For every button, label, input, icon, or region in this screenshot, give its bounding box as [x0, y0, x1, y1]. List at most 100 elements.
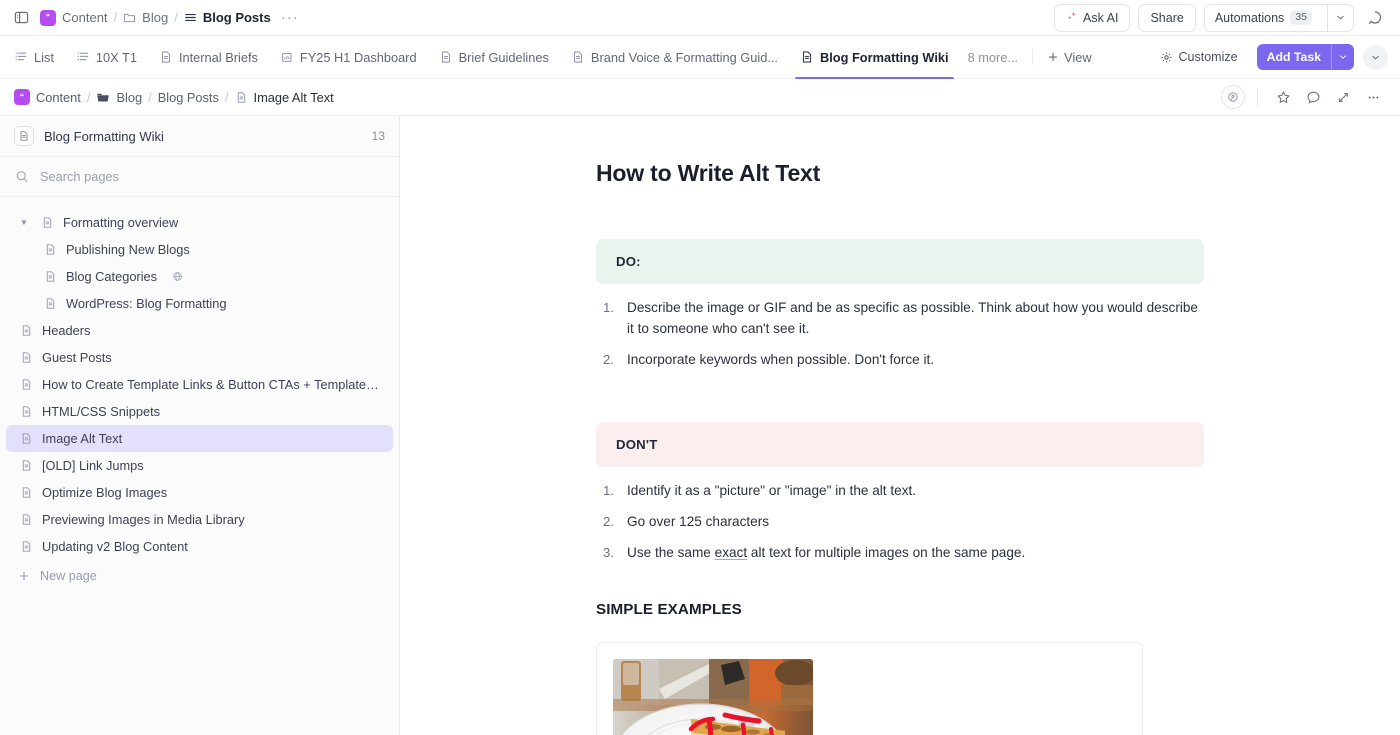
tab-bar-actions: Customize Add Task [1160, 36, 1388, 78]
doc-icon [20, 378, 33, 391]
list-text: Describe the image or GIF and be as spec… [627, 300, 1198, 336]
tabbar-overflow-button[interactable] [1363, 44, 1388, 70]
doc-breadcrumb-bar: “ Content / Blog / Blog Posts / Image Al… [0, 79, 1400, 116]
doc-breadcrumb-item-content[interactable]: “ Content [14, 89, 81, 105]
sidebar-item-template-links[interactable]: How to Create Template Links & Button CT… [6, 371, 393, 398]
automations-button[interactable]: Automations 35 [1205, 5, 1322, 31]
doc-breadcrumb-item-blog[interactable]: Blog [96, 90, 142, 105]
doc-breadcrumb-item-blog-posts[interactable]: Blog Posts [158, 90, 219, 105]
tab-internal-briefs[interactable]: Internal Briefs [148, 36, 269, 78]
doc-content: How to Write Alt Text DO: 1. Describe th… [400, 116, 1400, 735]
sidebar-item-label: Guest Posts [42, 350, 112, 365]
doc-breadcrumb-label: Blog [116, 89, 143, 105]
sidebar-item-image-alt-text[interactable]: Image Alt Text [6, 425, 393, 452]
sidebar-item-publishing-new-blogs[interactable]: Publishing New Blogs [6, 236, 393, 263]
dont-heading: DON'T [616, 437, 658, 453]
add-task-dropdown[interactable] [1331, 44, 1354, 70]
tabs-more-button[interactable]: 8 more... [960, 36, 1027, 78]
list-number: 2. [603, 351, 614, 367]
chevron-down-icon[interactable]: ▼ [20, 218, 30, 227]
doc-icon [439, 50, 453, 64]
tab-fy25-h1-dashboard[interactable]: FY25 H1 Dashboard [269, 36, 428, 78]
search-input[interactable] [39, 169, 384, 184]
doc-breadcrumb-item-image-alt-text[interactable]: Image Alt Text [235, 90, 334, 105]
sidebar-item-optimize-blog-images[interactable]: Optimize Blog Images [6, 479, 393, 506]
breadcrumb-item-blog[interactable]: Blog [123, 10, 168, 25]
plus-icon [1048, 52, 1058, 62]
folder-icon [96, 90, 110, 104]
add-view-button[interactable]: View [1039, 36, 1100, 78]
doc-icon [44, 270, 57, 283]
tab-10x-t1[interactable]: 10X T1 [65, 36, 148, 78]
tab-label: Brand Voice & Formatting Guid... [590, 49, 778, 65]
doc-icon [41, 216, 54, 229]
tab-blog-formatting-wiki[interactable]: Blog Formatting Wiki [789, 36, 960, 79]
privacy-icon[interactable] [1221, 85, 1245, 109]
breadcrumb-overflow-button[interactable]: ··· [277, 9, 303, 26]
do-list: 1. Describe the image or GIF and be as s… [596, 298, 1204, 370]
add-task-button[interactable]: Add Task [1256, 44, 1354, 70]
comment-icon[interactable] [1300, 84, 1326, 110]
folder-icon [123, 11, 136, 24]
list-text: Identify it as a "picture" or "image" in… [627, 483, 917, 499]
customize-label: Customize [1178, 50, 1238, 64]
list-item: 3. Use the same exact alt text for multi… [596, 543, 1204, 564]
sidebar-doc-title-row[interactable]: Blog Formatting Wiki 13 [0, 116, 399, 157]
activity-icon[interactable] [1330, 84, 1356, 110]
search-pages-row[interactable] [0, 157, 399, 197]
breadcrumb-separator: / [86, 89, 91, 105]
top-bar: “ Content / Blog / Blog Posts ··· Ask AI… [0, 0, 1400, 36]
star-icon[interactable] [1270, 84, 1296, 110]
dont-text-suffix: alt text for multiple images on the same… [747, 544, 1026, 560]
sidebar-item-label: Publishing New Blogs [66, 242, 190, 257]
workspace-badge-icon: “ [40, 9, 56, 26]
dont-list: 1. Identify it as a "picture" or "image"… [596, 481, 1204, 563]
exact-link[interactable]: exact [715, 545, 748, 560]
plus-icon [19, 571, 29, 580]
search-icon[interactable] [1362, 5, 1388, 31]
sparkle-icon [1066, 10, 1078, 25]
sidebar-item-html-css-snippets[interactable]: HTML/CSS Snippets [6, 398, 393, 425]
automations-group: Automations 35 [1203, 3, 1354, 32]
doc-icon [20, 432, 33, 445]
new-page-button[interactable]: New page [0, 562, 399, 589]
automations-label: Automations [1214, 10, 1285, 25]
customize-button[interactable]: Customize [1160, 50, 1238, 64]
cheesecake-photo[interactable] [613, 658, 813, 735]
tab-label: 10X T1 [95, 49, 137, 65]
breadcrumb-item-content[interactable]: “ Content [40, 9, 108, 26]
share-button[interactable]: Share [1138, 3, 1196, 32]
breadcrumb-item-blog-posts[interactable]: Blog Posts [184, 10, 271, 25]
tab-brand-voice-formatting-guide[interactable]: Brand Voice & Formatting Guid... [560, 36, 789, 78]
breadcrumb-label: Blog [142, 10, 169, 25]
sidebar-item-updating-v2-blog-content[interactable]: Updating v2 Blog Content [6, 533, 393, 560]
breadcrumb-label: Blog Posts [202, 10, 271, 25]
sidebar-page-list: ▼ Formatting overview Publishing New Blo… [0, 197, 399, 735]
do-heading: DO: [616, 254, 641, 269]
sidebar-item-old-link-jumps[interactable]: [OLD] Link Jumps [6, 452, 393, 479]
ask-ai-button[interactable]: Ask AI [1054, 3, 1131, 32]
doc-icon [20, 513, 33, 526]
tab-list[interactable]: List [14, 36, 65, 78]
sidebar-item-previewing-images[interactable]: Previewing Images in Media Library [6, 506, 393, 533]
do-callout: DO: [596, 239, 1204, 284]
sidebar-item-formatting-overview[interactable]: ▼ Formatting overview [6, 209, 393, 236]
sidebar-item-blog-categories[interactable]: Blog Categories [6, 263, 393, 290]
sidebar-item-label: Image Alt Text [42, 431, 123, 446]
sidebar-item-headers[interactable]: Headers [6, 317, 393, 344]
list-item: 2. Go over 125 characters [596, 512, 1204, 533]
list-text: Go over 125 characters [627, 514, 770, 530]
panel-left-icon[interactable] [8, 5, 34, 31]
workspace-badge-icon: “ [14, 89, 30, 105]
more-icon[interactable] [1360, 84, 1386, 110]
list-number: 1. [603, 300, 614, 315]
body: Blog Formatting Wiki 13 ▼ Forma [0, 116, 1400, 735]
sidebar-item-guest-posts[interactable]: Guest Posts [6, 344, 393, 371]
sidebar-item-label: HTML/CSS Snippets [42, 404, 161, 419]
sidebar-item-label: Headers [42, 323, 91, 338]
sidebar-item-wordpress-blog-formatting[interactable]: WordPress: Blog Formatting [6, 290, 393, 317]
tab-brief-guidelines[interactable]: Brief Guidelines [428, 36, 560, 78]
automations-dropdown-button[interactable] [1327, 4, 1353, 31]
breadcrumb: “ Content / Blog / Blog Posts ··· [40, 9, 303, 26]
sidebar-item-label: Previewing Images in Media Library [42, 512, 245, 527]
